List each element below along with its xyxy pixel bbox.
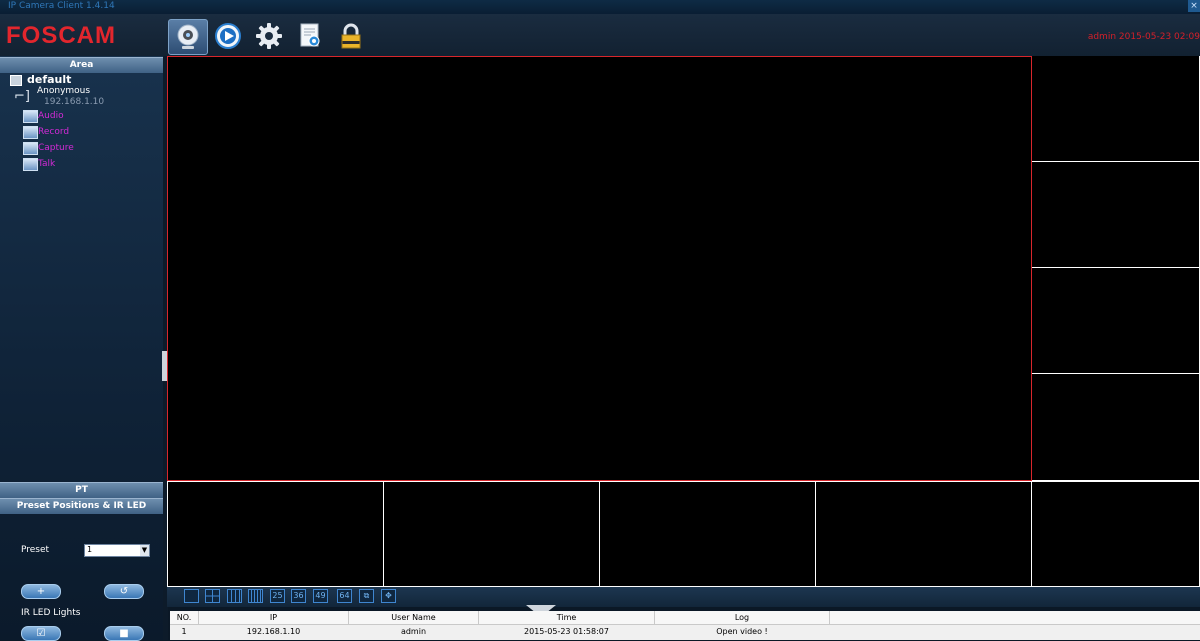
user-datetime: admin 2015-05-23 02:09	[1087, 32, 1200, 42]
webcam-icon	[177, 24, 199, 49]
preset-value: 1	[87, 545, 93, 554]
tree-function-talk[interactable]: Talk	[38, 159, 55, 169]
tree-camera-name[interactable]: Anonymous	[37, 86, 90, 96]
column-header-user[interactable]: User Name	[349, 611, 479, 625]
video-cell-2[interactable]	[1032, 56, 1200, 162]
layout-25-label: 25	[272, 591, 283, 600]
fit-icon: ✥	[385, 591, 392, 600]
audio-icon	[23, 110, 38, 123]
playback-button[interactable]	[209, 19, 247, 53]
tree-camera-ip: 192.168.1.10	[44, 97, 105, 107]
go-preset-button[interactable]: ↺	[104, 584, 144, 599]
video-cell-3[interactable]	[1032, 162, 1200, 268]
video-cell-6[interactable]	[167, 481, 384, 587]
video-cell-10[interactable]	[1032, 481, 1200, 587]
layout-36-label: 36	[293, 591, 304, 600]
preset-label: Preset	[21, 545, 50, 555]
gear-icon	[256, 23, 282, 49]
layout-16-button[interactable]	[248, 589, 263, 603]
preset-select[interactable]: 1 ▼	[84, 544, 150, 557]
column-header-no[interactable]: NO.	[170, 611, 199, 625]
add-preset-button[interactable]: +	[21, 584, 61, 599]
ir-led-on-button[interactable]: ☑	[21, 626, 61, 641]
checkbox-icon: ☑	[36, 628, 46, 639]
foscam-logo: FOSCAM	[6, 22, 116, 49]
layout-49-label: 49	[315, 591, 326, 600]
chevron-down-icon[interactable]: ▼	[140, 545, 149, 556]
column-header-ip[interactable]: IP	[199, 611, 349, 625]
table-cell-log: Open video !	[716, 627, 768, 636]
video-cell-7[interactable]	[384, 481, 600, 587]
window-title: IP Camera Client 1.4.14	[8, 1, 115, 11]
layout-64-label: 64	[339, 591, 350, 600]
pt-header[interactable]: PT	[0, 482, 163, 498]
stop-icon: ■	[119, 628, 129, 639]
group-folder-icon	[10, 75, 22, 86]
ir-led-label: IR LED Lights	[21, 608, 81, 618]
tree-function-capture[interactable]: Capture	[38, 143, 74, 153]
layout-9-button[interactable]	[227, 589, 242, 603]
tree-group-default[interactable]: default	[27, 73, 71, 86]
document-search-icon	[300, 23, 320, 47]
record-icon	[23, 126, 38, 139]
lock-button[interactable]	[332, 19, 370, 53]
capture-icon	[23, 142, 38, 155]
talk-icon	[23, 158, 38, 171]
ir-led-off-button[interactable]: ■	[104, 626, 144, 641]
video-cell-9[interactable]	[816, 481, 1032, 587]
video-cell-5[interactable]	[1032, 374, 1200, 481]
column-header-filler	[830, 611, 1200, 625]
fullscreen-icon: ⧉	[363, 591, 370, 600]
return-icon: ↺	[119, 586, 129, 597]
area-header[interactable]: Area	[0, 57, 163, 73]
table-cell-ip: 192.168.1.10	[246, 627, 301, 636]
tree-function-record[interactable]: Record	[38, 127, 69, 137]
table-cell-no: 1	[181, 627, 187, 636]
lock-icon	[341, 23, 361, 49]
tree-function-audio[interactable]: Audio	[38, 111, 64, 121]
fit-window-button[interactable]: ✥	[381, 589, 396, 603]
plus-icon: +	[36, 586, 46, 597]
window-title-bar: IP Camera Client 1.4.14 ×	[0, 0, 1200, 14]
table-cell-time: 2015-05-23 01:58:07	[524, 627, 609, 636]
preset-ir-header[interactable]: Preset Positions & IR LED	[0, 498, 163, 514]
video-cell-main[interactable]	[167, 56, 1032, 481]
layout-64-button[interactable]: 64	[337, 589, 352, 603]
play-icon	[215, 23, 241, 49]
table-cell-user: admin	[400, 627, 427, 636]
live-video-button[interactable]	[168, 19, 208, 55]
video-cell-4[interactable]	[1032, 268, 1200, 374]
layout-1-button[interactable]	[184, 589, 199, 603]
close-icon[interactable]: ×	[1188, 0, 1200, 12]
layout-49-button[interactable]: 49	[313, 589, 328, 603]
layout-25-button[interactable]: 25	[270, 589, 285, 603]
log-table: NO. IP User Name Time Log 1 192.168.1.10…	[170, 611, 1200, 640]
layout-36-button[interactable]: 36	[291, 589, 306, 603]
video-cell-8[interactable]	[600, 481, 816, 587]
settings-button[interactable]	[250, 19, 288, 53]
column-header-log[interactable]: Log	[655, 611, 830, 625]
app-header: FOSCAM admin 2015-05-23 02:09	[0, 14, 1200, 57]
camera-icon: ⌐]	[14, 89, 30, 104]
log-search-button[interactable]	[291, 19, 329, 53]
fullscreen-button[interactable]: ⧉	[359, 589, 374, 603]
layout-4-button[interactable]	[205, 589, 220, 603]
column-header-time[interactable]: Time	[479, 611, 655, 625]
